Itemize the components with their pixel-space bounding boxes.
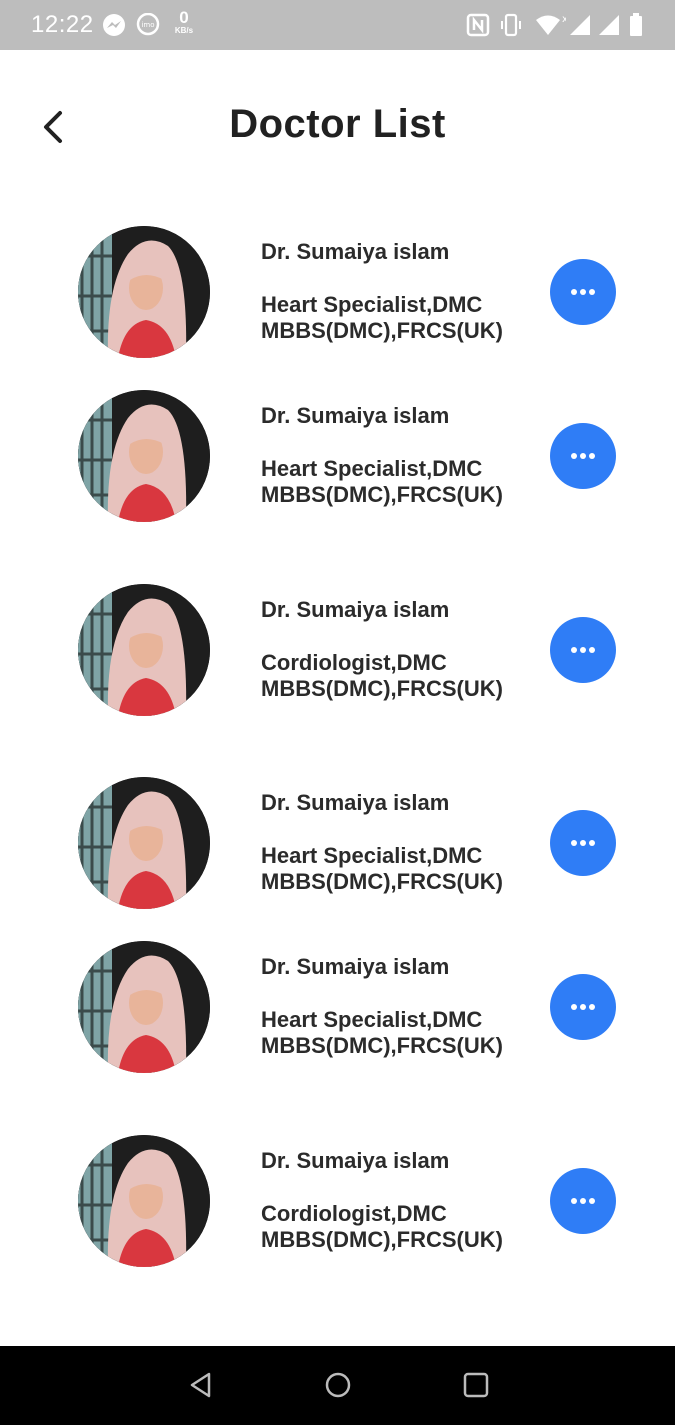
doctor-avatar — [78, 390, 210, 522]
doctor-degrees: MBBS(DMC),FRCS(UK) — [261, 482, 503, 507]
net-speed-value: 0 — [179, 8, 189, 27]
status-time: 12:22 — [31, 11, 94, 38]
doctor-avatar — [78, 1135, 210, 1267]
doctor-specialty: Heart Specialist,DMC — [261, 1007, 483, 1032]
status-bar: 12:22 imo 0 KB/s x — [0, 0, 675, 50]
more-horizontal-icon — [571, 840, 595, 846]
more-horizontal-icon — [571, 1198, 595, 1204]
doctor-avatar — [78, 941, 210, 1073]
doctor-name: Dr. Sumaiya islam — [261, 954, 450, 979]
doctor-degrees: MBBS(DMC),FRCS(UK) — [261, 869, 503, 894]
battery-icon — [628, 13, 644, 37]
more-horizontal-icon — [571, 453, 595, 459]
doctor-list-item[interactable]: Dr. Sumaiya islam Heart Specialist,DMC M… — [0, 226, 675, 366]
imo-icon: imo — [136, 12, 160, 37]
signal-icon — [568, 13, 592, 37]
more-options-button[interactable] — [550, 617, 616, 683]
doctor-avatar — [78, 584, 210, 716]
doctor-degrees: MBBS(DMC),FRCS(UK) — [261, 318, 503, 343]
nfc-icon — [466, 13, 490, 37]
more-horizontal-icon — [571, 289, 595, 295]
net-speed: 0 KB/s — [171, 8, 197, 36]
doctor-name: Dr. Sumaiya islam — [261, 403, 450, 428]
doctor-list-item[interactable]: Dr. Sumaiya islam Cordiologist,DMC MBBS(… — [0, 1135, 675, 1275]
doctor-avatar — [78, 777, 210, 909]
doctor-specialty: Cordiologist,DMC — [261, 1201, 447, 1226]
wifi-icon: x — [534, 13, 568, 37]
header: Doctor List — [0, 50, 675, 200]
doctor-specialty: Heart Specialist,DMC — [261, 456, 483, 481]
page-title: Doctor List — [229, 102, 446, 146]
svg-text:imo: imo — [141, 21, 154, 29]
doctor-degrees: MBBS(DMC),FRCS(UK) — [261, 1033, 503, 1058]
triangle-back-icon — [190, 1372, 211, 1398]
doctor-specialty: Heart Specialist,DMC — [261, 843, 483, 868]
more-horizontal-icon — [571, 1004, 595, 1010]
doctor-list-item[interactable]: Dr. Sumaiya islam Cordiologist,DMC MBBS(… — [0, 584, 675, 724]
doctor-specialty: Cordiologist,DMC — [261, 650, 447, 675]
navigation-bar — [0, 1346, 675, 1425]
more-options-button[interactable] — [550, 810, 616, 876]
svg-text:x: x — [562, 14, 566, 25]
signal-icon — [597, 13, 621, 37]
doctor-list-item[interactable]: Dr. Sumaiya islam Heart Specialist,DMC M… — [0, 777, 675, 917]
square-recents-icon — [463, 1372, 489, 1398]
doctor-name: Dr. Sumaiya islam — [261, 597, 450, 622]
doctor-name: Dr. Sumaiya islam — [261, 1148, 450, 1173]
net-speed-unit: KB/s — [174, 26, 194, 35]
more-horizontal-icon — [571, 647, 595, 653]
more-options-button[interactable] — [550, 259, 616, 325]
doctor-avatar — [78, 226, 210, 358]
nav-back-button[interactable] — [186, 1370, 216, 1400]
vibrate-icon — [499, 13, 523, 37]
more-options-button[interactable] — [550, 974, 616, 1040]
more-options-button[interactable] — [550, 423, 616, 489]
doctor-degrees: MBBS(DMC),FRCS(UK) — [261, 676, 503, 701]
circle-home-icon — [325, 1372, 351, 1398]
nav-home-button[interactable] — [323, 1370, 353, 1400]
more-options-button[interactable] — [550, 1168, 616, 1234]
nav-recents-button[interactable] — [461, 1370, 491, 1400]
doctor-list-item[interactable]: Dr. Sumaiya islam Heart Specialist,DMC M… — [0, 390, 675, 530]
doctor-list-item[interactable]: Dr. Sumaiya islam Heart Specialist,DMC M… — [0, 941, 675, 1081]
doctor-name: Dr. Sumaiya islam — [261, 790, 450, 815]
doctor-specialty: Heart Specialist,DMC — [261, 292, 483, 317]
messenger-icon — [102, 13, 126, 37]
doctor-degrees: MBBS(DMC),FRCS(UK) — [261, 1227, 503, 1252]
doctor-name: Dr. Sumaiya islam — [261, 239, 450, 264]
